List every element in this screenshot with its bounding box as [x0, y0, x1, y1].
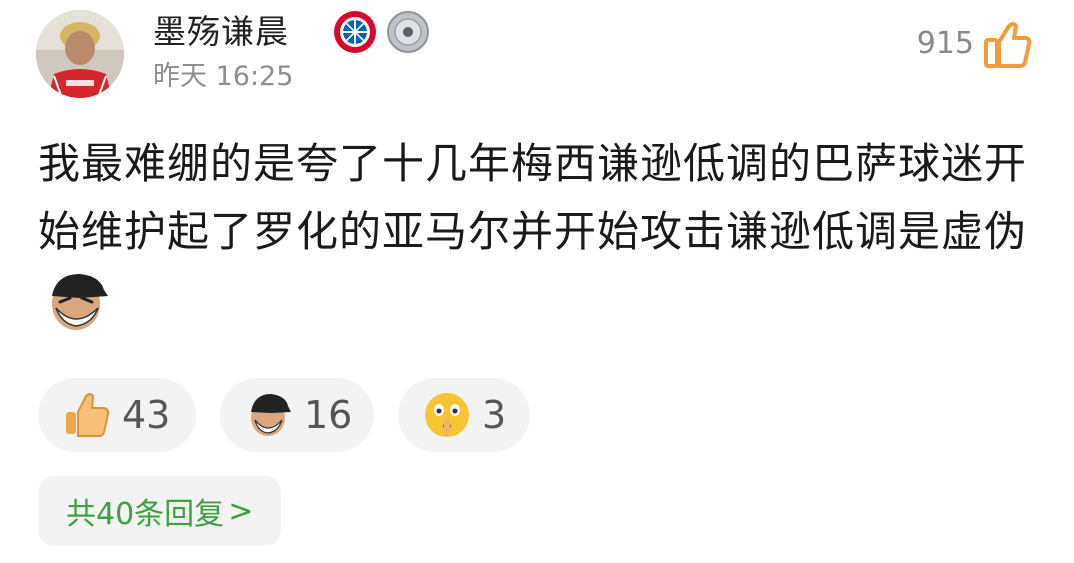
laughing-man-sticker-icon	[42, 268, 114, 334]
laughing-man-icon	[244, 390, 294, 440]
reaction-count: 3	[482, 393, 507, 437]
like-count: 915	[916, 26, 974, 61]
thumbs-up-outline-icon[interactable]	[982, 20, 1034, 70]
view-replies-button[interactable]: 共40条回复 >	[38, 476, 282, 546]
bayern-badge-icon	[333, 10, 377, 54]
avatar[interactable]	[36, 10, 124, 98]
reaction-count: 16	[304, 393, 353, 437]
comment-body: 我最难绷的是夸了十几年梅西谦逊低调的巴萨球迷开始维护起了罗化的亚马尔并开始攻击谦…	[38, 139, 1028, 256]
shush-face-icon	[422, 390, 472, 440]
chevron-right-icon: >	[228, 493, 254, 529]
comment-text: 我最难绷的是夸了十几年梅西谦逊低调的巴萨球迷开始维护起了罗化的亚马尔并开始攻击谦…	[38, 130, 1048, 334]
thumbs-up-icon	[62, 390, 112, 440]
replies-label: 共40条回复	[66, 497, 225, 532]
reaction-thumbs-up[interactable]: 43	[38, 378, 196, 452]
reaction-laughing-man[interactable]: 16	[220, 378, 374, 452]
reaction-count: 43	[122, 393, 171, 437]
comment-card: 墨殇谦晨 昨天 16:25 915 我最难绷的是夸了十几年梅西谦逊低调的巴萨球迷…	[0, 0, 1074, 563]
trophy-shield-icon	[386, 10, 430, 54]
reaction-shush-face[interactable]: 3	[398, 378, 530, 452]
username[interactable]: 墨殇谦晨	[153, 12, 289, 52]
timestamp: 昨天 16:25	[153, 61, 294, 92]
